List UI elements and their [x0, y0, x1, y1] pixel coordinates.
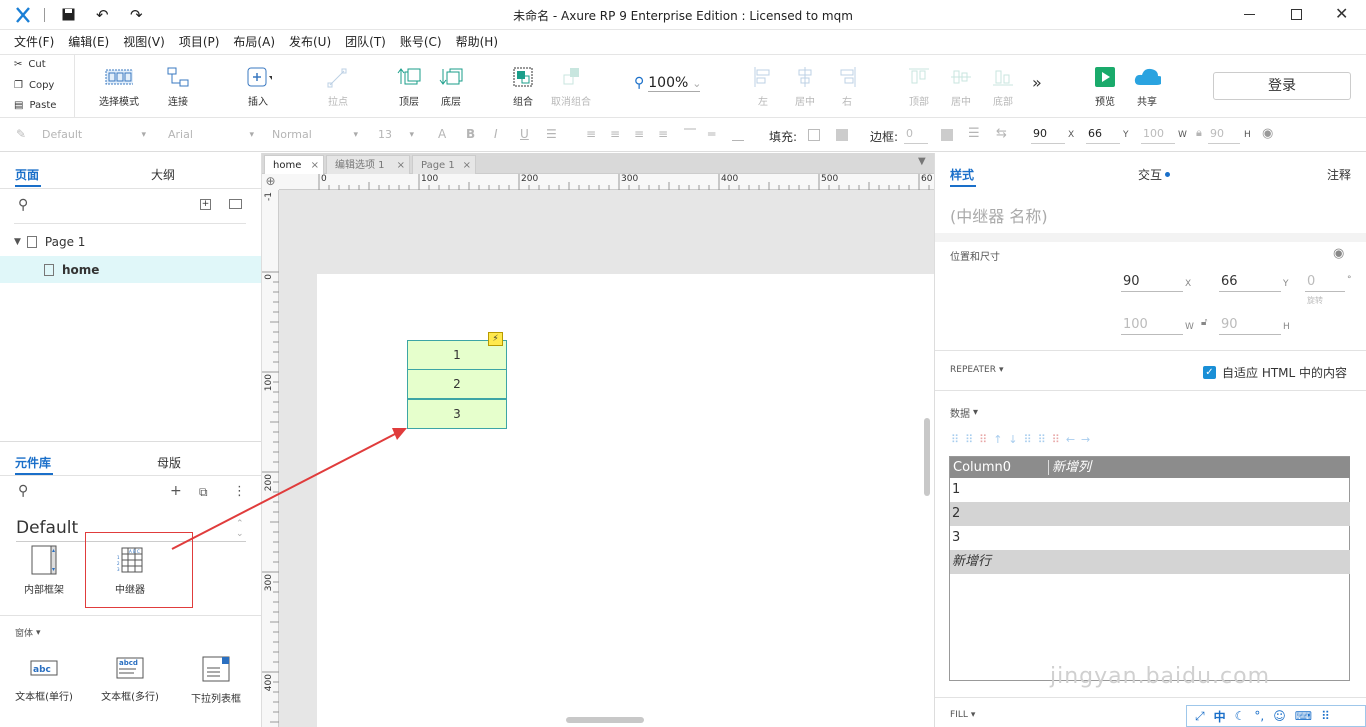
punctuation-icon[interactable]: °, — [1254, 709, 1264, 723]
move-left-icon[interactable]: ← — [1066, 433, 1075, 446]
move-down-icon[interactable]: ↓ — [1008, 433, 1017, 446]
keyboard-icon[interactable]: ⌨ — [1295, 709, 1312, 723]
tab-style[interactable]: 样式 — [950, 166, 974, 183]
height-input[interactable]: 90 — [1219, 315, 1281, 335]
watermark-text: jingyan.baidu.com — [1050, 664, 1271, 689]
tab-notes[interactable]: 注释 — [1327, 166, 1351, 183]
checkbox-checked-icon: ✓ — [1203, 366, 1216, 379]
grid-menu-icon[interactable]: ⠿ — [1321, 709, 1330, 723]
data-grid-row[interactable]: 3 — [950, 526, 1350, 550]
height-label: H — [1283, 322, 1290, 332]
y-position-input[interactable]: 66 — [1219, 272, 1281, 292]
moon-icon[interactable]: ☾ — [1235, 709, 1246, 723]
data-section-header[interactable]: 数据 ▾ — [950, 405, 978, 420]
rotation-unit: ° — [1347, 275, 1352, 285]
delete-row-icon[interactable]: ⠿ — [965, 433, 973, 446]
width-input[interactable]: 100 — [1121, 315, 1183, 335]
move-up-icon[interactable]: ↑ — [993, 433, 1002, 446]
fill-section-header[interactable]: FILL ▾ — [950, 710, 975, 720]
data-grid-row[interactable]: 2 — [950, 502, 1350, 526]
caret-down-icon: ▾ — [973, 407, 979, 418]
insert-column-icon[interactable]: ⠿ — [1024, 433, 1032, 446]
caret-down-icon: ▾ — [970, 710, 976, 720]
repeater-section-header[interactable]: REPEATER ▾ — [950, 365, 1003, 375]
aspect-lock-icon[interactable]: 🔓︎ — [1201, 317, 1207, 328]
position-size-label: 位置和尺寸 — [950, 252, 1000, 263]
widget-name-input[interactable]: (中继器 名称) — [950, 203, 1048, 227]
add-row[interactable]: 新增行 — [950, 550, 1350, 574]
data-grid-header: Column0 新增列 — [950, 457, 1350, 478]
dot-indicator-icon — [1165, 172, 1171, 177]
move-right-icon[interactable]: → — [1081, 433, 1090, 446]
y-position-label: Y — [1283, 279, 1289, 289]
add-column-header[interactable]: 新增列 — [1052, 457, 1091, 478]
fit-html-checkbox[interactable]: ✓ 自适应 HTML 中的内容 — [1203, 364, 1347, 381]
width-label: W — [1185, 322, 1194, 332]
x-position-label: X — [1185, 279, 1192, 289]
delete-column-icon[interactable]: ⠿ — [1052, 433, 1060, 446]
ime-switch-icon[interactable]: ⤢ — [1195, 709, 1205, 724]
rotation-input[interactable]: 0 — [1305, 272, 1345, 292]
column-header[interactable]: Column0 — [953, 457, 1011, 478]
data-grid-row[interactable]: 1 — [950, 478, 1350, 502]
ime-lang[interactable]: 中 — [1214, 708, 1226, 725]
delete-rows-icon[interactable]: ⠿ — [979, 433, 987, 446]
rotation-label: 旋转 — [1307, 296, 1323, 305]
tab-interactions[interactable]: 交互 — [1138, 166, 1171, 183]
ime-toolbar: ⤢ 中 ☾ °, ☺ ⌨ ⠿ — [1186, 705, 1366, 727]
data-toolbar: ⠿ ⠿ ⠿ ↑ ↓ ⠿ ⠿ ⠿ ← → — [951, 433, 1090, 446]
visibility-eye-icon[interactable]: ◉ — [1333, 246, 1344, 261]
emoji-icon[interactable]: ☺ — [1273, 709, 1286, 723]
insert-row-icon[interactable]: ⠿ — [951, 433, 959, 446]
column-icon[interactable]: ⠿ — [1038, 433, 1046, 446]
caret-down-icon: ▾ — [998, 365, 1004, 375]
x-position-input[interactable]: 90 — [1121, 272, 1183, 292]
